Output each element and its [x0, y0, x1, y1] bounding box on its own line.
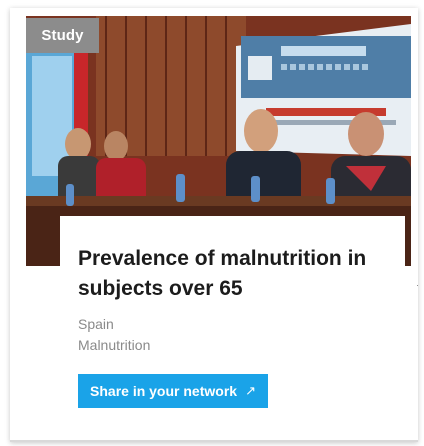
card-info-panel: Prevalence of malnutrition in subjects o… — [60, 216, 405, 416]
topic-label: Malnutrition — [78, 337, 151, 353]
external-arrow-icon: ↗ — [245, 383, 256, 398]
card-title[interactable]: Prevalence of malnutrition in subjects o… — [78, 244, 378, 304]
share-button-label: Share in your network — [90, 383, 238, 399]
country-label: Spain — [78, 316, 114, 332]
category-tag: Study — [26, 18, 99, 53]
study-card[interactable]: Study Prevalence of malnutrition in subj… — [10, 8, 418, 442]
corner-fold-icon — [417, 270, 418, 286]
share-button[interactable]: Share in your network ↗ — [78, 374, 268, 408]
